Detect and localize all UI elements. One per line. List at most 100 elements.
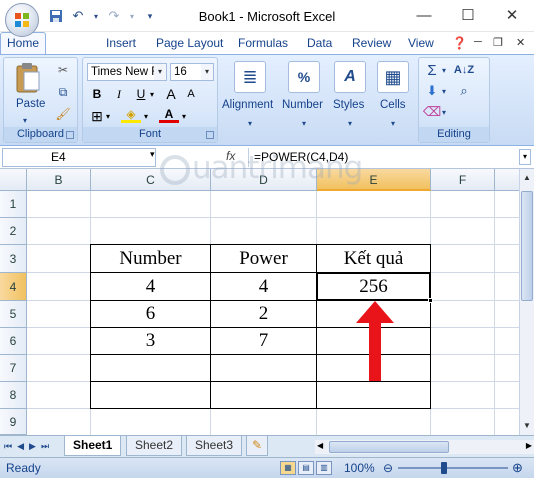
prev-sheet-icon[interactable]: ◀ xyxy=(17,441,24,452)
tab-insert[interactable]: Insert xyxy=(106,36,136,50)
format-painter-icon[interactable]: 🖌 xyxy=(54,106,72,122)
copy-icon[interactable]: ⧉ xyxy=(54,84,72,100)
scroll-left-icon[interactable]: ◀ xyxy=(317,441,323,450)
last-sheet-icon[interactable]: ⏭ xyxy=(41,441,49,452)
maximize-button[interactable]: ☐ xyxy=(446,0,490,30)
close-button[interactable]: ✕ xyxy=(490,0,534,30)
formula-input[interactable]: =POWER(C4,D4) xyxy=(248,148,518,167)
fill-color-dropdown-icon[interactable]: ▾ xyxy=(141,107,151,125)
tab-review[interactable]: Review xyxy=(352,36,391,50)
vertical-scrollbar[interactable]: ▲ ▼ xyxy=(519,169,534,435)
scroll-right-icon[interactable]: ▶ xyxy=(526,441,532,450)
fill-dropdown-icon[interactable]: ▾ xyxy=(439,83,449,99)
sheet-tab-sheet1[interactable]: Sheet1 xyxy=(64,436,122,456)
page-break-view-icon[interactable]: ▥ xyxy=(316,461,332,475)
ribbon-restore-icon[interactable]: ❐ xyxy=(493,36,503,49)
column-header-c[interactable]: C xyxy=(91,169,211,191)
font-size-dropdown-icon[interactable]: ▾ xyxy=(201,64,213,80)
horizontal-scrollbar[interactable]: ◀ ▶ xyxy=(315,440,534,454)
row-header-6[interactable]: 6 xyxy=(0,328,27,355)
zoom-level[interactable]: 100% xyxy=(344,461,375,475)
cell-d5[interactable]: 2 xyxy=(211,301,316,327)
expand-formula-bar-icon[interactable]: ▾ xyxy=(519,149,531,165)
paste-label[interactable]: Paste xyxy=(16,98,45,110)
fill-color-icon[interactable]: ◈ xyxy=(121,107,141,123)
row-header-8[interactable]: 8 xyxy=(0,382,27,409)
scroll-down-icon[interactable]: ▼ xyxy=(521,420,533,432)
cell-c6[interactable]: 3 xyxy=(91,328,210,354)
row-header-9[interactable]: 9 xyxy=(0,409,27,435)
ribbon-close-icon[interactable]: ✕ xyxy=(516,36,525,49)
name-box-dropdown-icon[interactable]: ▾ xyxy=(150,149,155,160)
alignment-group[interactable]: ≣ Alignment ▾ xyxy=(221,57,279,143)
page-layout-view-icon[interactable]: ▤ xyxy=(298,461,314,475)
normal-view-icon[interactable]: ▦ xyxy=(280,461,296,475)
underline-dropdown-icon[interactable]: ▾ xyxy=(147,85,157,103)
vertical-scroll-thumb[interactable] xyxy=(521,191,533,301)
font-name-dropdown-icon[interactable]: ▾ xyxy=(154,64,166,80)
cut-icon[interactable]: ✂ xyxy=(54,62,72,78)
name-box[interactable]: E4 xyxy=(2,148,156,167)
ribbon-minimize-icon[interactable]: ─ xyxy=(474,36,482,48)
scroll-up-icon[interactable]: ▲ xyxy=(521,172,533,184)
font-name-combo[interactable]: Times New Ro ▾ xyxy=(87,63,167,81)
sheet-tab-sheet3[interactable]: Sheet3 xyxy=(186,436,243,456)
shrink-font-button[interactable]: A xyxy=(181,85,201,103)
number-group[interactable]: % Number ▾ xyxy=(281,57,327,143)
cell-d6[interactable]: 7 xyxy=(211,328,316,354)
row-header-5[interactable]: 5 xyxy=(0,301,27,328)
tab-formulas[interactable]: Formulas xyxy=(238,36,288,50)
column-header-d[interactable]: D xyxy=(211,169,317,191)
clipboard-launcher-icon[interactable] xyxy=(66,131,74,139)
header-cell-power[interactable]: Power xyxy=(211,246,316,272)
insert-sheet-icon[interactable]: ✎ xyxy=(246,436,269,456)
tab-data[interactable]: Data xyxy=(307,36,332,50)
font-color-icon[interactable]: A xyxy=(159,107,179,123)
styles-group[interactable]: A Styles ▾ xyxy=(330,57,370,143)
tab-page-layout[interactable]: Page Layout xyxy=(156,36,223,50)
sort-filter-icon[interactable]: A↓Z xyxy=(454,62,474,78)
row-header-2[interactable]: 2 xyxy=(0,218,27,245)
header-cell-result[interactable]: Kết quả xyxy=(317,246,430,272)
font-size-combo[interactable]: 16 ▾ xyxy=(170,63,214,81)
tab-view[interactable]: View xyxy=(408,36,434,50)
column-header-f[interactable]: F xyxy=(431,169,495,191)
row-header-7[interactable]: 7 xyxy=(0,355,27,382)
grow-font-button[interactable]: A xyxy=(161,85,181,103)
horizontal-scroll-thumb[interactable] xyxy=(329,441,449,453)
italic-button[interactable]: I xyxy=(109,85,129,103)
next-sheet-icon[interactable]: ▶ xyxy=(29,441,36,452)
first-sheet-icon[interactable]: ⏮ xyxy=(4,441,12,452)
office-button[interactable] xyxy=(5,3,39,37)
font-launcher-icon[interactable] xyxy=(206,131,214,139)
select-all-button[interactable] xyxy=(0,169,27,191)
insert-function-button[interactable]: fx xyxy=(226,149,235,163)
zoom-out-icon[interactable]: ⊖ xyxy=(383,461,393,475)
help-icon[interactable]: ❓ xyxy=(452,36,467,50)
clear-dropdown-icon[interactable]: ▾ xyxy=(439,104,449,120)
cell-c5[interactable]: 6 xyxy=(91,301,210,327)
paste-icon[interactable] xyxy=(12,62,44,94)
cells-group[interactable]: ▦ Cells ▾ xyxy=(373,57,413,143)
row-header-1[interactable]: 1 xyxy=(0,191,27,218)
column-header-b[interactable]: B xyxy=(27,169,91,191)
autosum-dropdown-icon[interactable]: ▾ xyxy=(439,62,449,78)
header-cell-number[interactable]: Number xyxy=(91,246,210,272)
font-color-dropdown-icon[interactable]: ▾ xyxy=(179,107,189,125)
bold-button[interactable]: B xyxy=(87,85,107,103)
zoom-slider[interactable] xyxy=(398,467,508,469)
column-header-e[interactable]: E xyxy=(317,169,431,191)
paste-dropdown-icon[interactable]: ▾ xyxy=(16,112,34,128)
borders-dropdown-icon[interactable]: ▾ xyxy=(103,107,113,125)
minimize-button[interactable]: — xyxy=(402,0,446,30)
sheet-tab-sheet2[interactable]: Sheet2 xyxy=(126,436,183,456)
find-select-icon[interactable]: ⌕ xyxy=(455,83,473,99)
row-header-3[interactable]: 3 xyxy=(0,245,27,273)
row-header-4[interactable]: 4 xyxy=(0,273,27,301)
cell-c4[interactable]: 4 xyxy=(91,274,210,300)
zoom-slider-thumb[interactable] xyxy=(441,462,447,474)
fill-handle[interactable] xyxy=(428,298,433,303)
cell-d4[interactable]: 4 xyxy=(211,274,316,300)
worksheet-grid[interactable]: Number Power Kết quả 4 4 256 6 2 3 7 xyxy=(27,191,520,435)
zoom-in-icon[interactable]: ⊕ xyxy=(512,460,523,476)
